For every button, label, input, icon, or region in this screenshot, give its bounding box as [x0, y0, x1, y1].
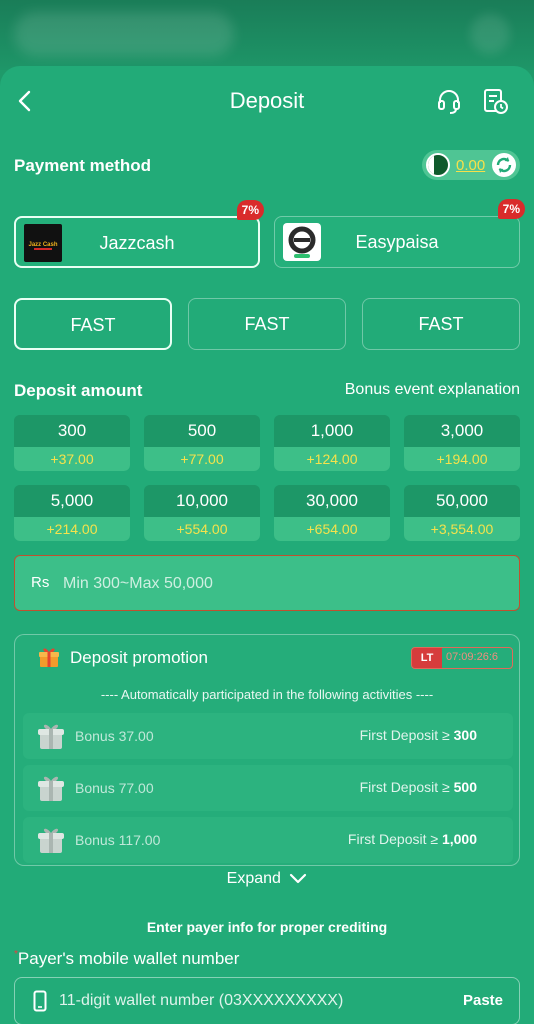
amount-value: 5,000 — [14, 485, 130, 517]
payment-method-name: Jazzcash — [99, 233, 175, 253]
expand-button[interactable]: Expand — [0, 870, 534, 888]
amount-bonus: +194.00 — [404, 447, 520, 471]
countdown-timer: 07:09:26:6 — [446, 651, 498, 663]
promotion-item: Bonus 77.00 First Deposit ≥ 500 — [23, 765, 513, 811]
payment-method-jazzcash[interactable]: Jazz Cash Jazzcash 7% — [14, 200, 264, 268]
amount-value: 500 — [144, 415, 260, 447]
promotion-bonus: Bonus 77.00 — [75, 780, 154, 796]
header: Deposit — [0, 66, 534, 138]
promotion-condition: First Deposit ≥ 1,000 — [347, 831, 477, 847]
fee-badge: 7% — [236, 200, 264, 220]
blurred-top-icon — [470, 14, 510, 54]
payer-info-text: Enter payer info for proper crediting — [146, 919, 388, 935]
promotion-condition: First Deposit ≥ 300 — [359, 727, 477, 743]
amount-option-5000[interactable]: 5,000 +214.00 — [14, 485, 130, 541]
promotion-item: Bonus 117.00 First Deposit ≥ 1,000 — [23, 817, 513, 863]
app-top-bar — [0, 0, 534, 70]
refresh-balance-button[interactable] — [492, 153, 516, 177]
refresh-icon — [496, 157, 512, 173]
promotion-condition: First Deposit ≥ 500 — [359, 779, 477, 795]
limited-time-tag: LT — [412, 648, 442, 668]
amount-value: 10,000 — [144, 485, 260, 517]
wallet-number-label: *Payer's mobile wallet number — [14, 949, 240, 968]
amount-option-300[interactable]: 300 +37.00 — [14, 415, 130, 471]
payment-method-label: Payment method — [14, 156, 151, 175]
payment-method-name: Easypaisa — [355, 232, 439, 252]
currency-label: Rs — [31, 574, 50, 591]
gift-box-icon — [35, 772, 67, 804]
expand-label: Expand — [226, 870, 281, 887]
amount-option-30000[interactable]: 30,000 +654.00 — [274, 485, 390, 541]
gift-icon — [37, 645, 61, 669]
amount-value: 30,000 — [274, 485, 390, 517]
history-icon — [484, 89, 508, 114]
gift-box-icon — [35, 824, 67, 856]
promotion-bonus: Bonus 37.00 — [75, 728, 154, 744]
fee-badge: 7% — [497, 199, 525, 219]
wallet-input-box: Paste — [14, 977, 520, 1024]
amount-bonus: +214.00 — [14, 517, 130, 541]
amount-bonus: +37.00 — [14, 447, 130, 471]
customer-service-button[interactable] — [434, 86, 464, 116]
wallet-number-input[interactable] — [59, 986, 439, 1016]
amount-bonus: +124.00 — [274, 447, 390, 471]
gift-box-icon — [35, 720, 67, 752]
amount-bonus: +77.00 — [144, 447, 260, 471]
deposit-promotion-panel: Deposit promotion LT 07:09:26:6 ---- Aut… — [14, 634, 520, 866]
promotion-bonus: Bonus 117.00 — [75, 832, 161, 848]
deposit-amount-label: Deposit amount — [14, 381, 143, 400]
amount-value: 3,000 — [404, 415, 520, 447]
amount-value: 50,000 — [404, 485, 520, 517]
amount-bonus: +554.00 — [144, 517, 260, 541]
channel-button-3[interactable]: FAST — [362, 298, 520, 350]
amount-input[interactable] — [63, 566, 503, 602]
channel-button-2[interactable]: FAST — [188, 298, 346, 350]
blurred-brand-logo — [14, 12, 234, 56]
amount-input-box: Rs — [14, 555, 520, 611]
limited-time-badge: LT 07:09:26:6 — [411, 647, 513, 669]
amount-value: 1,000 — [274, 415, 390, 447]
auto-participate-text: ---- Automatically participated in the f… — [100, 687, 434, 702]
bonus-explanation-link[interactable]: Bonus event explanation — [345, 381, 520, 399]
balance-pill: 0.00 — [422, 150, 520, 180]
amount-option-1000[interactable]: 1,000 +124.00 — [274, 415, 390, 471]
phone-icon — [33, 990, 47, 1012]
paste-button[interactable]: Paste — [463, 992, 503, 1009]
promotion-item: Bonus 37.00 First Deposit ≥ 300 — [23, 713, 513, 759]
deposit-history-button[interactable] — [480, 86, 510, 116]
amount-option-3000[interactable]: 3,000 +194.00 — [404, 415, 520, 471]
amount-option-500[interactable]: 500 +77.00 — [144, 415, 260, 471]
amount-option-50000[interactable]: 50,000 +3,554.00 — [404, 485, 520, 541]
payment-method-easypaisa[interactable]: Easypaisa 7% — [274, 199, 525, 268]
channel-button-1[interactable]: FAST — [14, 298, 172, 350]
deposit-sheet: Deposit Payment method 0.00 Jazz Cash Ja… — [0, 66, 534, 1024]
balance-amount: 0.00 — [456, 157, 486, 174]
amount-bonus: +654.00 — [274, 517, 390, 541]
amount-bonus: +3,554.00 — [404, 517, 520, 541]
chevron-down-icon — [290, 873, 307, 883]
amount-value: 300 — [14, 415, 130, 447]
promotion-title: Deposit promotion — [70, 648, 208, 667]
amount-option-10000[interactable]: 10,000 +554.00 — [144, 485, 260, 541]
pakistan-flag-icon — [426, 153, 450, 177]
headset-icon — [438, 90, 460, 114]
